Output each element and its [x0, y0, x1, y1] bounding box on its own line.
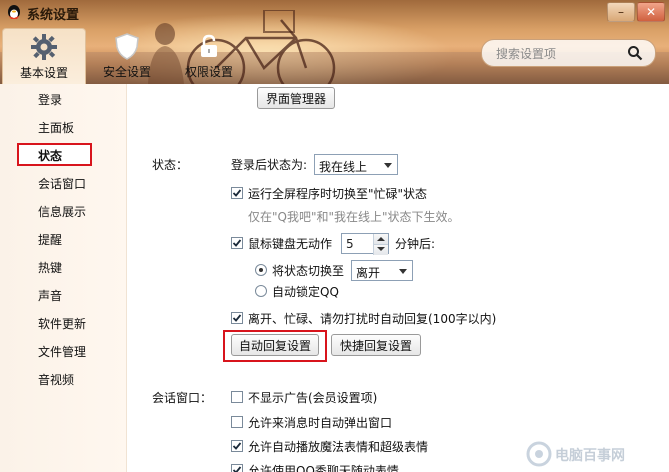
magic-emoji-label: 允许自动播放魔法表情和超级表情: [248, 440, 429, 454]
checkmark-icon: [232, 314, 242, 322]
tab-label: 基本设置: [19, 66, 68, 80]
shield-icon: [115, 33, 139, 60]
checkmark-icon: [232, 442, 242, 450]
sidebar-item-label: 信息展示: [38, 205, 87, 219]
no-ads-checkbox[interactable]: [231, 391, 243, 403]
checkmark-icon: [232, 189, 242, 197]
checkmark-icon: [232, 239, 242, 247]
auto-popup-checkbox[interactable]: [231, 416, 243, 428]
search-box[interactable]: [481, 39, 656, 67]
auto-reply-settings-button[interactable]: 自动回复设置: [231, 334, 319, 356]
auto-reply-checkbox[interactable]: [231, 312, 243, 324]
sidebar-item-software-update[interactable]: 软件更新: [0, 310, 126, 336]
sidebar-item-label: 状态: [38, 149, 63, 163]
watermark-text: 电脑百事网: [555, 448, 625, 464]
switch-status-radio[interactable]: [255, 264, 267, 276]
gear-icon: [31, 34, 57, 60]
sidebar-item-hotkeys[interactable]: 热键: [0, 254, 126, 280]
magic-emoji-checkbox[interactable]: [231, 440, 243, 452]
switch-status-label: 将状态切换至: [272, 264, 345, 278]
fullscreen-busy-label: 运行全屏程序时切换至"忙碌"状态: [248, 187, 428, 201]
interface-manager-button[interactable]: 界面管理器: [257, 87, 335, 109]
sidebar-item-label: 提醒: [38, 233, 63, 247]
sidebar-item-main-panel[interactable]: 主面板: [0, 114, 126, 140]
sidebar-item-label: 主面板: [38, 121, 75, 135]
close-button[interactable]: ✕: [637, 2, 665, 22]
sidebar-item-status[interactable]: 状态: [0, 142, 126, 168]
switch-status-dropdown[interactable]: 离开: [351, 260, 413, 281]
stepper-value: 5: [346, 237, 354, 251]
tab-label: 安全设置: [102, 65, 151, 79]
idle-minutes-suffix: 分钟后:: [395, 237, 436, 251]
sidebar-item-label: 文件管理: [38, 345, 87, 359]
auto-popup-label: 允许来消息时自动弹出窗口: [248, 416, 393, 430]
settings-window: 系统设置 – ✕ 基本设置 安全设置 权限设置 搜索设置项 登录 主面板 状态 …: [0, 0, 669, 472]
stepper-down-button[interactable]: [373, 244, 388, 255]
minimize-button[interactable]: –: [607, 2, 635, 22]
dropdown-value: 离开: [356, 266, 381, 280]
idle-checkbox[interactable]: [231, 237, 243, 249]
quick-reply-settings-button[interactable]: 快捷回复设置: [331, 334, 421, 356]
fullscreen-busy-checkbox[interactable]: [231, 187, 243, 199]
auto-lock-radio[interactable]: [255, 285, 267, 297]
sidebar-item-label: 音视频: [38, 373, 75, 387]
fullscreen-hint: 仅在"Q我吧"和"我在线上"状态下生效。: [248, 210, 460, 224]
sidebar-item-label: 软件更新: [38, 317, 87, 331]
sidebar-item-reminders[interactable]: 提醒: [0, 226, 126, 252]
login-status-dropdown[interactable]: 我在线上: [314, 154, 398, 175]
qqshow-emoji-label: 允许使用QQ秀聊天随动表情: [248, 464, 399, 472]
checkmark-icon: [232, 466, 242, 472]
auto-lock-label: 自动锁定QQ: [272, 285, 339, 299]
sidebar-item-label: 会话窗口: [38, 177, 87, 191]
main-panel: 界面管理器 状态： 登录后状态为: 我在线上 运行全屏程序时切换至"忙碌"状态 …: [127, 84, 669, 472]
qqshow-emoji-checkbox[interactable]: [231, 464, 243, 472]
sidebar-item-info-display[interactable]: 信息展示: [0, 198, 126, 224]
chat-section-heading: 会话窗口：: [152, 391, 213, 405]
tab-basic-settings[interactable]: 基本设置: [2, 28, 86, 84]
search-input[interactable]: [494, 44, 624, 64]
auto-reply-label: 离开、忙碌、请勿打扰时自动回复(100字以内): [248, 312, 497, 326]
tab-security-settings[interactable]: 安全设置: [86, 28, 168, 84]
idle-label: 鼠标键盘无动作: [248, 237, 333, 251]
login-status-label: 登录后状态为:: [231, 158, 308, 172]
qq-penguin-icon: [8, 5, 20, 19]
sidebar: 登录 主面板 状态 会话窗口 信息展示 提醒 热键 声音 软件更新 文件管理 音…: [0, 84, 127, 472]
lock-icon: [201, 34, 217, 57]
dropdown-value: 我在线上: [319, 160, 368, 174]
sidebar-item-login[interactable]: 登录: [0, 86, 126, 112]
search-icon[interactable]: [627, 45, 643, 61]
tab-label: 权限设置: [184, 65, 233, 79]
sidebar-item-file-management[interactable]: 文件管理: [0, 338, 126, 364]
sidebar-item-audio-video[interactable]: 音视频: [0, 366, 126, 392]
sidebar-item-label: 热键: [38, 261, 63, 275]
sidebar-item-sound[interactable]: 声音: [0, 282, 126, 308]
watermark-logo: 电脑百事网: [525, 440, 665, 468]
tab-permission-settings[interactable]: 权限设置: [168, 28, 250, 84]
stepper-up-button[interactable]: [373, 234, 388, 244]
sidebar-item-label: 登录: [38, 93, 63, 107]
chevron-down-icon: [384, 163, 392, 168]
no-ads-label: 不显示广告(会员设置项): [248, 391, 378, 405]
status-section-heading: 状态：: [152, 158, 189, 172]
window-title: 系统设置: [27, 8, 80, 23]
header-banner: 系统设置 – ✕ 基本设置 安全设置 权限设置 搜索设置项: [0, 0, 669, 84]
sidebar-item-label: 声音: [38, 289, 63, 303]
chevron-down-icon: [399, 269, 407, 274]
sidebar-item-chat-window[interactable]: 会话窗口: [0, 170, 126, 196]
idle-minutes-stepper[interactable]: 5: [341, 233, 389, 255]
